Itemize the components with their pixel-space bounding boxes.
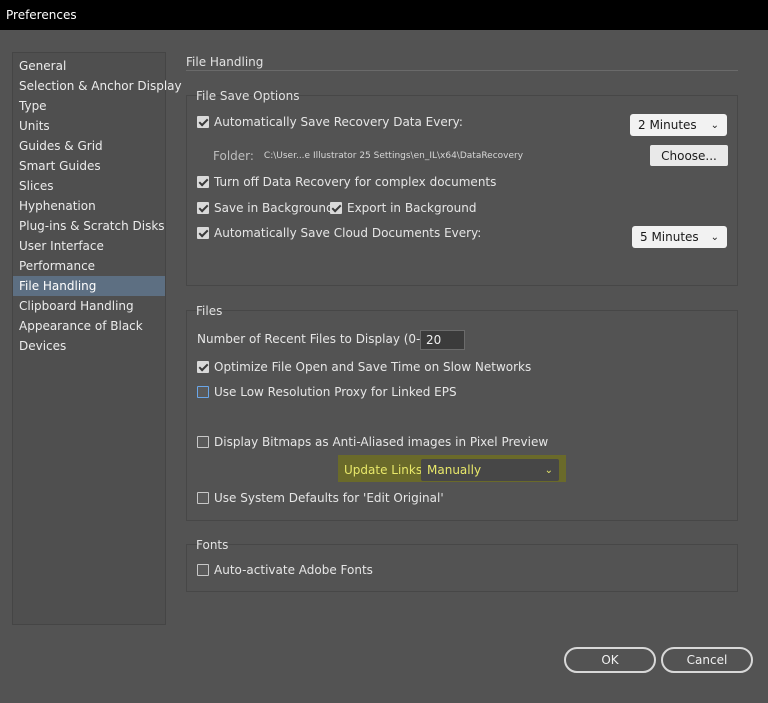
low-res-proxy-label: Use Low Resolution Proxy for Linked EPS: [214, 385, 457, 399]
anti-aliased-bitmaps-label: Display Bitmaps as Anti-Aliased images i…: [214, 435, 549, 449]
recent-files-label: Number of Recent Files to Display (0-30)…: [197, 332, 445, 346]
turn-off-recovery-checkbox[interactable]: [197, 176, 209, 188]
auto-save-interval-select[interactable]: 2 Minutes ⌄: [630, 114, 727, 136]
auto-save-interval-value: 2 Minutes: [638, 118, 697, 132]
optimize-file-open-row[interactable]: Optimize File Open and Save Time on Slow…: [197, 360, 531, 374]
auto-save-recovery-row[interactable]: Automatically Save Recovery Data Every:: [197, 115, 463, 129]
chevron-down-icon: ⌄: [710, 119, 719, 131]
sidebar-item-selection-anchor-display[interactable]: Selection & Anchor Display: [13, 76, 182, 96]
sidebar-item-general[interactable]: General: [13, 56, 165, 76]
window-title: Preferences: [6, 8, 77, 22]
section-divider: [186, 70, 738, 71]
auto-save-cloud-checkbox[interactable]: [197, 227, 209, 239]
choose-folder-button[interactable]: Choose...: [650, 145, 728, 166]
update-links-value: Manually: [427, 463, 482, 477]
sidebar-item-performance[interactable]: Performance: [13, 256, 165, 276]
sidebar-item-units[interactable]: Units: [13, 116, 165, 136]
update-links-label: Update Links:: [344, 463, 427, 477]
folder-row: Folder: C:\User...e Illustrator 25 Setti…: [213, 149, 523, 163]
sidebar-item-appearance-of-black[interactable]: Appearance of Black: [13, 316, 165, 336]
cancel-button[interactable]: Cancel: [661, 647, 753, 673]
auto-save-cloud-row[interactable]: Automatically Save Cloud Documents Every…: [197, 226, 481, 240]
export-in-background-row[interactable]: Export in Background: [330, 201, 476, 215]
sidebar-item-devices[interactable]: Devices: [13, 336, 165, 356]
sidebar-item-type[interactable]: Type: [13, 96, 165, 116]
title-bar: Preferences: [0, 0, 768, 30]
cloud-interval-value: 5 Minutes: [640, 230, 699, 244]
recent-files-input[interactable]: 20: [420, 330, 465, 350]
chevron-down-icon: ⌄: [710, 231, 719, 243]
file-save-options-title: File Save Options: [196, 89, 300, 103]
save-in-background-checkbox[interactable]: [197, 202, 209, 214]
save-in-background-label: Save in Background: [214, 201, 334, 215]
system-defaults-label: Use System Defaults for 'Edit Original': [214, 491, 444, 505]
sidebar-item-plugins-scratch-disks[interactable]: Plug-ins & Scratch Disks: [13, 216, 165, 236]
auto-save-recovery-checkbox[interactable]: [197, 116, 209, 128]
sidebar-item-smart-guides[interactable]: Smart Guides: [13, 156, 165, 176]
chevron-down-icon: ⌄: [544, 464, 553, 476]
system-defaults-row[interactable]: Use System Defaults for 'Edit Original': [197, 491, 444, 505]
sidebar-item-hyphenation[interactable]: Hyphenation: [13, 196, 165, 216]
folder-label: Folder:: [213, 149, 254, 163]
anti-aliased-bitmaps-checkbox[interactable]: [197, 436, 209, 448]
auto-activate-fonts-row[interactable]: Auto-activate Adobe Fonts: [197, 563, 373, 577]
optimize-file-open-label: Optimize File Open and Save Time on Slow…: [214, 360, 532, 374]
files-title: Files: [196, 304, 223, 318]
turn-off-recovery-label: Turn off Data Recovery for complex docum…: [214, 175, 497, 189]
sidebar-item-file-handling[interactable]: File Handling: [13, 276, 165, 296]
anti-aliased-bitmaps-row[interactable]: Display Bitmaps as Anti-Aliased images i…: [197, 435, 548, 449]
sidebar-item-slices[interactable]: Slices: [13, 176, 165, 196]
auto-activate-fonts-label: Auto-activate Adobe Fonts: [214, 563, 373, 577]
export-in-background-label: Export in Background: [347, 201, 477, 215]
turn-off-recovery-row[interactable]: Turn off Data Recovery for complex docum…: [197, 175, 496, 189]
sidebar-item-user-interface[interactable]: User Interface: [13, 236, 165, 256]
ok-button[interactable]: OK: [564, 647, 656, 673]
optimize-file-open-checkbox[interactable]: [197, 361, 209, 373]
cloud-interval-select[interactable]: 5 Minutes ⌄: [632, 226, 727, 248]
export-in-background-checkbox[interactable]: [330, 202, 342, 214]
category-list[interactable]: General Selection & Anchor Display Type …: [12, 52, 182, 625]
low-res-proxy-checkbox[interactable]: [197, 386, 209, 398]
save-in-background-row[interactable]: Save in Background: [197, 201, 334, 215]
update-links-select[interactable]: Manually ⌄: [421, 459, 559, 481]
system-defaults-checkbox[interactable]: [197, 492, 209, 504]
auto-save-recovery-label: Automatically Save Recovery Data Every:: [214, 115, 463, 129]
sidebar-item-guides-grid[interactable]: Guides & Grid: [13, 136, 165, 156]
fonts-title: Fonts: [196, 538, 229, 552]
auto-save-cloud-label: Automatically Save Cloud Documents Every…: [214, 226, 482, 240]
folder-path: C:\User...e Illustrator 25 Settings\en_I…: [263, 151, 524, 161]
low-res-proxy-row[interactable]: Use Low Resolution Proxy for Linked EPS: [197, 385, 457, 399]
auto-activate-fonts-checkbox[interactable]: [197, 564, 209, 576]
sidebar-item-clipboard-handling[interactable]: Clipboard Handling: [13, 296, 165, 316]
section-title: File Handling: [186, 55, 264, 69]
